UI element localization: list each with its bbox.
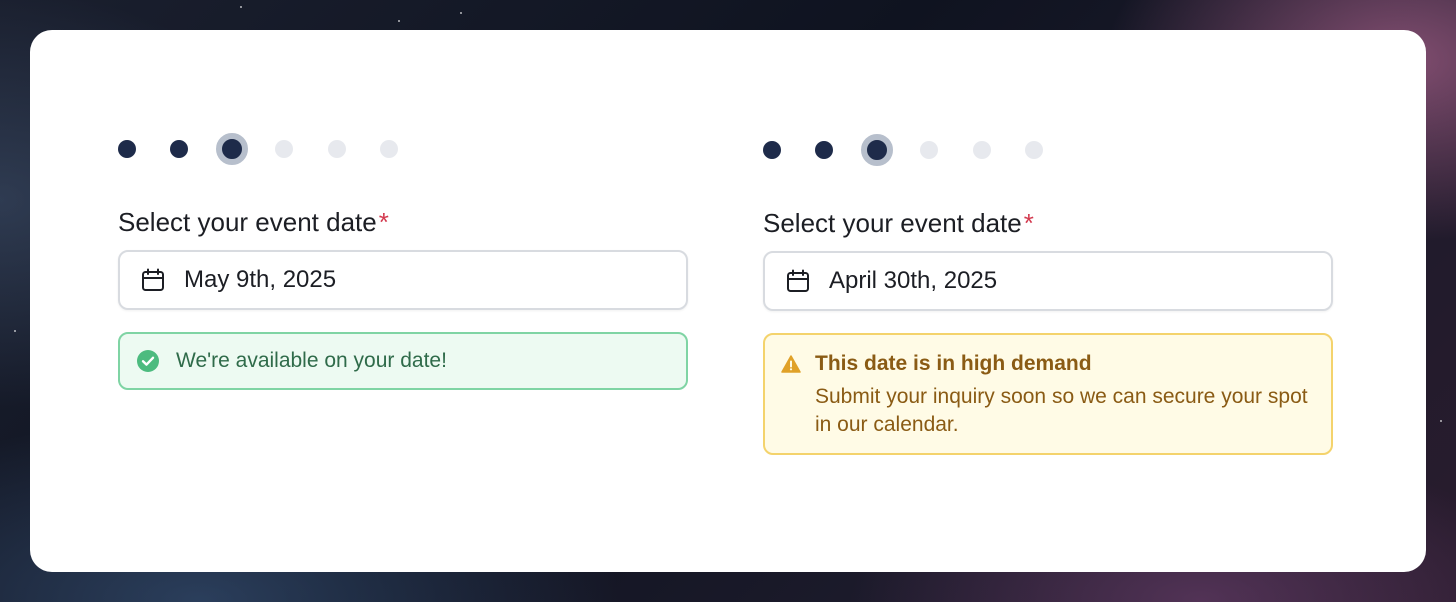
required-asterisk: *	[378, 207, 389, 237]
step-dot-5	[973, 141, 991, 159]
background-star	[1440, 420, 1442, 422]
right-date-panel: Select your event date* April 30th, 2025	[763, 134, 1333, 455]
selected-date: May 9th, 2025	[184, 266, 337, 293]
left-date-panel: Select your event date* May 9th, 2025 We…	[118, 133, 688, 390]
step-dot-6	[1025, 141, 1043, 159]
step-dot-1	[118, 140, 136, 158]
warning-message: Submit your inquiry soon so we can secur…	[815, 385, 1308, 436]
progress-stepper	[118, 133, 688, 165]
calendar-icon	[785, 268, 811, 294]
background-star	[240, 6, 242, 8]
check-circle-icon	[136, 349, 160, 373]
date-picker-input[interactable]: April 30th, 2025	[763, 251, 1333, 311]
step-dot-5	[328, 140, 346, 158]
field-label-text: Select your event date	[763, 208, 1022, 238]
event-date-card: Select your event date* May 9th, 2025 We…	[30, 30, 1426, 572]
calendar-icon	[140, 267, 166, 293]
field-label: Select your event date*	[118, 207, 688, 237]
warning-title: This date is in high demand	[815, 352, 1092, 375]
availability-success-alert: We're available on your date!	[118, 332, 688, 390]
progress-stepper	[763, 134, 1333, 166]
step-dot-1	[763, 141, 781, 159]
selected-date: April 30th, 2025	[829, 267, 998, 294]
step-dot-6	[380, 140, 398, 158]
high-demand-warning-alert: This date is in high demand Submit your …	[763, 333, 1333, 455]
field-label-text: Select your event date	[118, 207, 377, 237]
step-dot-2	[815, 141, 833, 159]
field-label: Select your event date*	[763, 208, 1333, 238]
step-dot-3-current	[216, 133, 248, 165]
step-dot-3-current	[861, 134, 893, 166]
warning-triangle-icon	[781, 355, 801, 373]
required-asterisk: *	[1023, 208, 1034, 238]
step-dot-4	[275, 140, 293, 158]
background-star	[460, 12, 462, 14]
step-dot-2	[170, 140, 188, 158]
date-picker-input[interactable]: May 9th, 2025	[118, 250, 688, 310]
step-dot-4	[920, 141, 938, 159]
background-star	[398, 20, 400, 22]
background-star	[14, 330, 16, 332]
success-message: We're available on your date!	[176, 349, 447, 372]
